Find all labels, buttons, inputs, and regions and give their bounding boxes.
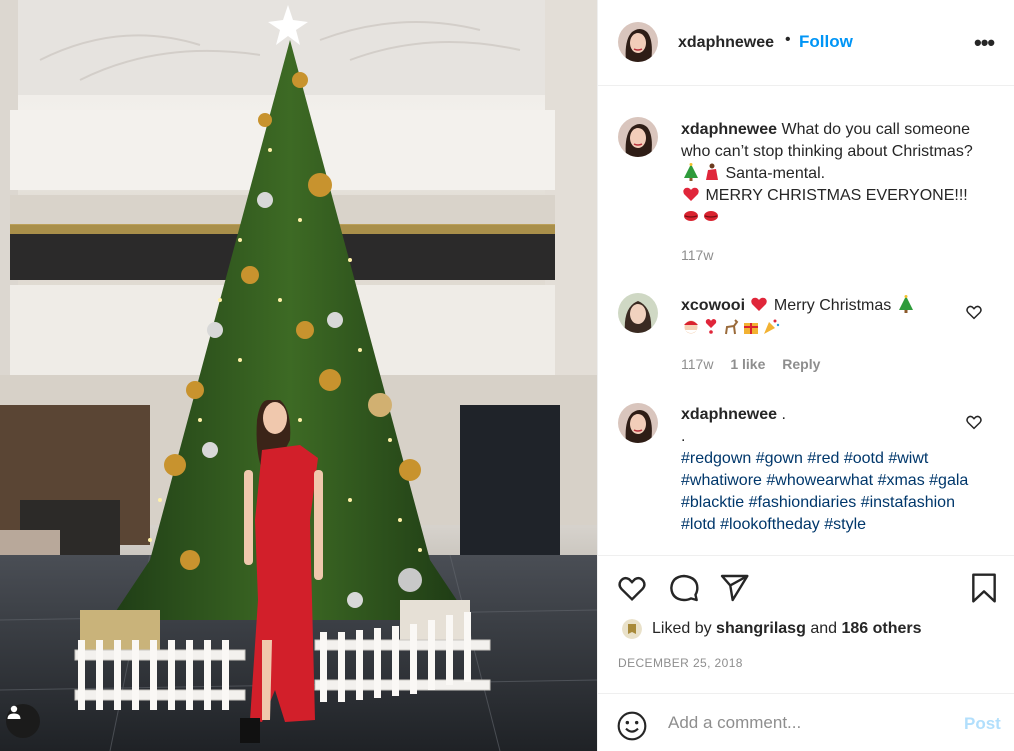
hashtag-comment-username[interactable]: xdaphnewee xyxy=(681,406,777,423)
hashtag-link[interactable]: #xmas xyxy=(878,472,925,489)
post-header: xdaphnewee • Follow ••• xyxy=(598,0,1014,86)
author-comment-avatar[interactable] xyxy=(618,403,658,443)
like-comment-heart-icon[interactable] xyxy=(965,413,983,431)
hashtag-link[interactable]: #fashiondiaries xyxy=(749,494,857,511)
separator-dot: • xyxy=(785,31,791,48)
hashtag-link[interactable]: #wiwt xyxy=(888,450,928,467)
red-heart-emoji-icon xyxy=(682,185,700,203)
comments-list[interactable]: xdaphnewee What do you call someone who … xyxy=(598,87,1014,555)
hashtag-link[interactable]: #gown xyxy=(756,450,803,467)
heart-exclamation-emoji-icon xyxy=(702,317,720,335)
party-popper-emoji-icon xyxy=(762,317,780,335)
hashtag-link[interactable]: #style xyxy=(824,516,866,533)
caption-text: xdaphnewee What do you call someone who … xyxy=(681,119,981,229)
post-comment-button[interactable]: Post xyxy=(964,714,1001,734)
emoji-smiley-icon[interactable] xyxy=(616,710,648,742)
author-avatar[interactable] xyxy=(618,22,658,62)
christmas-tree-emoji-icon xyxy=(682,163,700,181)
liked-by-line: Liked by shangrilasg and 186 others xyxy=(622,619,922,639)
dancer-emoji-icon xyxy=(702,163,720,181)
hashtag-link[interactable]: #whatiwore xyxy=(681,472,762,489)
comment-message: Merry Christmas xyxy=(773,297,892,314)
bookmark-icon[interactable] xyxy=(968,572,1000,604)
comment-meta: 117w 1 like Reply xyxy=(681,356,833,372)
add-comment-bar: Post xyxy=(598,693,1014,751)
hashtag-link[interactable]: #whowearwhat xyxy=(766,472,873,489)
comment-input[interactable] xyxy=(668,710,948,736)
kiss-mark-emoji-icon xyxy=(682,207,700,225)
hashtag-link[interactable]: #red xyxy=(807,450,839,467)
reply-button[interactable]: Reply xyxy=(782,356,820,372)
comment-bubble-icon[interactable] xyxy=(668,572,700,604)
user-tag-button[interactable] xyxy=(6,704,40,738)
caption-username[interactable]: xdaphnewee xyxy=(681,121,777,138)
hashtag-link[interactable]: #ootd xyxy=(844,450,884,467)
red-heart-emoji-icon xyxy=(750,295,768,313)
user-icon xyxy=(7,705,21,719)
hashtag-link[interactable]: #blacktie xyxy=(681,494,744,511)
caption-line2: Santa-mental. xyxy=(725,165,826,182)
share-send-icon[interactable] xyxy=(718,572,750,604)
liked-by-prefix: Liked by xyxy=(652,620,712,637)
liked-by-others[interactable]: 186 others xyxy=(841,620,921,638)
kiss-mark-emoji-icon xyxy=(702,207,720,225)
post-side-panel: xdaphnewee • Follow ••• xdaphnewee What … xyxy=(597,0,1014,751)
post-actions: Liked by shangrilasg and 186 others DECE… xyxy=(598,555,1014,751)
comment-text: xcowooi Merry Christmas xyxy=(681,295,981,339)
santa-emoji-icon xyxy=(682,317,700,335)
commenter-avatar[interactable] xyxy=(618,293,658,333)
comment-username[interactable]: xcowooi xyxy=(681,297,745,314)
liked-by-user[interactable]: shangrilasg xyxy=(716,620,806,638)
caption-meta: 117w xyxy=(681,247,726,263)
hashtag-link[interactable]: #gala xyxy=(929,472,968,489)
hashtag-link[interactable]: #redgown xyxy=(681,450,751,467)
comment-age: 117w xyxy=(681,356,714,372)
hashtag-list: #redgown #gown #red #ootd #wiwt #whatiwo… xyxy=(681,450,968,533)
more-options-icon[interactable]: ••• xyxy=(974,30,995,56)
hashtag-link[interactable]: #lookoftheday xyxy=(720,516,820,533)
like-heart-icon[interactable] xyxy=(616,572,648,604)
caption-line3: MERRY CHRISTMAS EVERYONE!!! xyxy=(705,187,968,204)
author-username[interactable]: xdaphnewee xyxy=(678,34,774,52)
caption-age: 117w xyxy=(681,247,714,263)
hashtag-comment-dot-2: . xyxy=(681,428,686,445)
hashtag-comment-text: xdaphnewee . . #redgown #gown #red #ootd… xyxy=(681,404,981,536)
like-comment-heart-icon[interactable] xyxy=(965,303,983,321)
hashtag-link[interactable]: #lotd xyxy=(681,516,716,533)
christmas-tree-scene xyxy=(0,0,597,751)
post-photo[interactable] xyxy=(0,0,597,751)
hashtag-link[interactable]: #instafashion xyxy=(861,494,955,511)
liker-avatar[interactable] xyxy=(622,619,642,639)
gift-emoji-icon xyxy=(742,317,760,335)
liked-by-connector: and xyxy=(810,620,838,637)
comment-likes[interactable]: 1 like xyxy=(730,356,765,372)
caption-avatar[interactable] xyxy=(618,117,658,157)
christmas-tree-emoji-icon xyxy=(897,295,915,313)
hashtag-comment-dot: . xyxy=(781,406,786,423)
post-date[interactable]: DECEMBER 25, 2018 xyxy=(618,656,743,670)
follow-button[interactable]: Follow xyxy=(799,32,853,52)
deer-emoji-icon xyxy=(722,317,740,335)
